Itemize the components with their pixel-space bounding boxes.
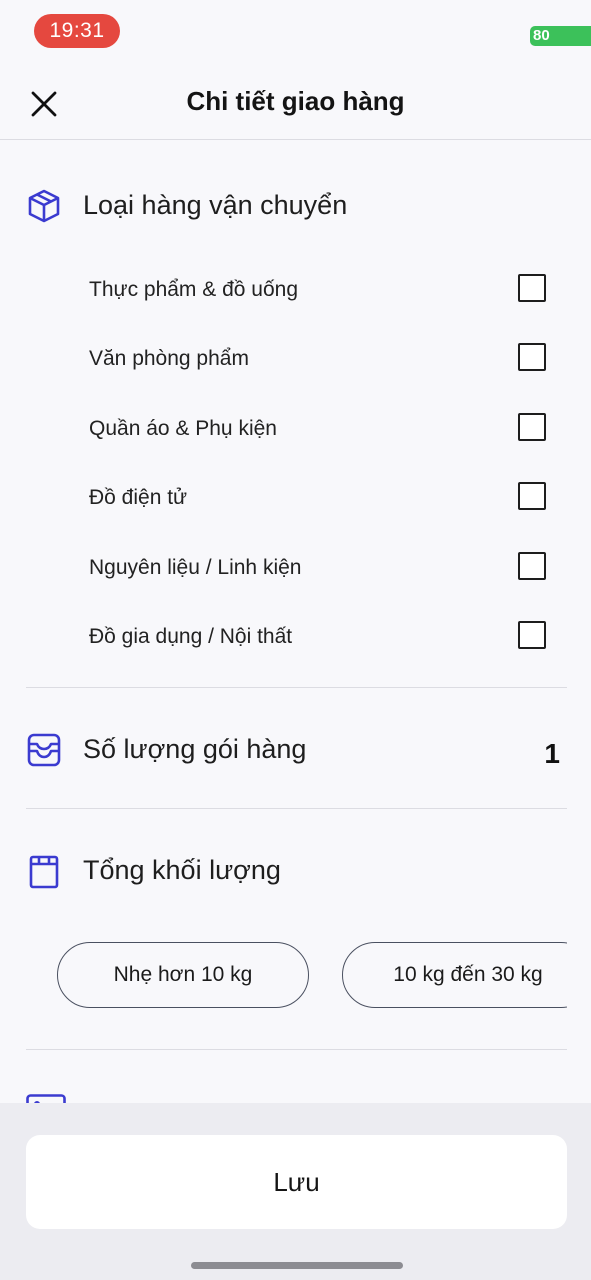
next-section-partial xyxy=(0,1050,591,1103)
total-weight-title: Tổng khối lượng xyxy=(83,855,281,885)
package-count-title: Số lượng gói hàng xyxy=(83,734,307,764)
package-box-icon xyxy=(28,189,60,223)
divider xyxy=(26,808,567,809)
cargo-option[interactable]: Thực phẩm & đồ uống xyxy=(89,271,549,311)
cargo-option-label: Thực phẩm & đồ uống xyxy=(89,278,299,301)
home-indicator xyxy=(191,1262,403,1269)
cargo-checkbox[interactable] xyxy=(518,343,546,371)
cargo-option[interactable]: Nguyên liệu / Linh kiện xyxy=(89,549,549,589)
cargo-option-label: Quần áo & Phụ kiện xyxy=(89,417,277,440)
divider xyxy=(26,687,567,688)
cargo-option[interactable]: Đồ gia dụng / Nội thất xyxy=(89,618,549,658)
cargo-checkbox[interactable] xyxy=(518,552,546,580)
weight-option-chip[interactable]: Nhẹ hơn 10 kg xyxy=(57,942,309,1008)
cargo-checkbox[interactable] xyxy=(518,274,546,302)
inbox-tray-icon xyxy=(27,733,61,767)
package-count-value[interactable]: 1 xyxy=(520,738,560,770)
weight-scale-icon xyxy=(29,855,59,889)
page-title: Chi tiết giao hàng xyxy=(186,86,405,116)
cargo-option-label: Đồ gia dụng / Nội thất xyxy=(89,625,293,648)
cargo-option[interactable]: Đồ điện tử xyxy=(89,479,549,519)
weight-option-chip[interactable]: 10 kg đến 30 kg xyxy=(342,942,567,1008)
weight-options: Nhẹ hơn 10 kg 10 kg đến 30 kg xyxy=(0,942,567,1012)
battery-indicator: 80 xyxy=(530,26,591,46)
status-bar: 19:31 80 xyxy=(0,0,591,60)
save-button[interactable]: Lưu xyxy=(26,1135,567,1229)
cargo-checkbox[interactable] xyxy=(518,413,546,441)
bottom-action-panel: Lưu xyxy=(0,1103,591,1280)
cargo-checkbox[interactable] xyxy=(518,621,546,649)
header: Chi tiết giao hàng xyxy=(0,60,591,140)
cargo-option[interactable]: Quần áo & Phụ kiện xyxy=(89,410,549,450)
cargo-option-label: Nguyên liệu / Linh kiện xyxy=(89,556,302,579)
cargo-option[interactable]: Văn phòng phẩm xyxy=(89,340,549,380)
cargo-option-label: Đồ điện tử xyxy=(89,486,188,509)
ratio-card-icon xyxy=(26,1094,66,1103)
status-time: 19:31 xyxy=(34,14,120,48)
cargo-option-label: Văn phòng phẩm xyxy=(89,347,249,370)
cargo-type-title: Loại hàng vận chuyển xyxy=(83,190,348,220)
cargo-checkbox[interactable] xyxy=(518,482,546,510)
